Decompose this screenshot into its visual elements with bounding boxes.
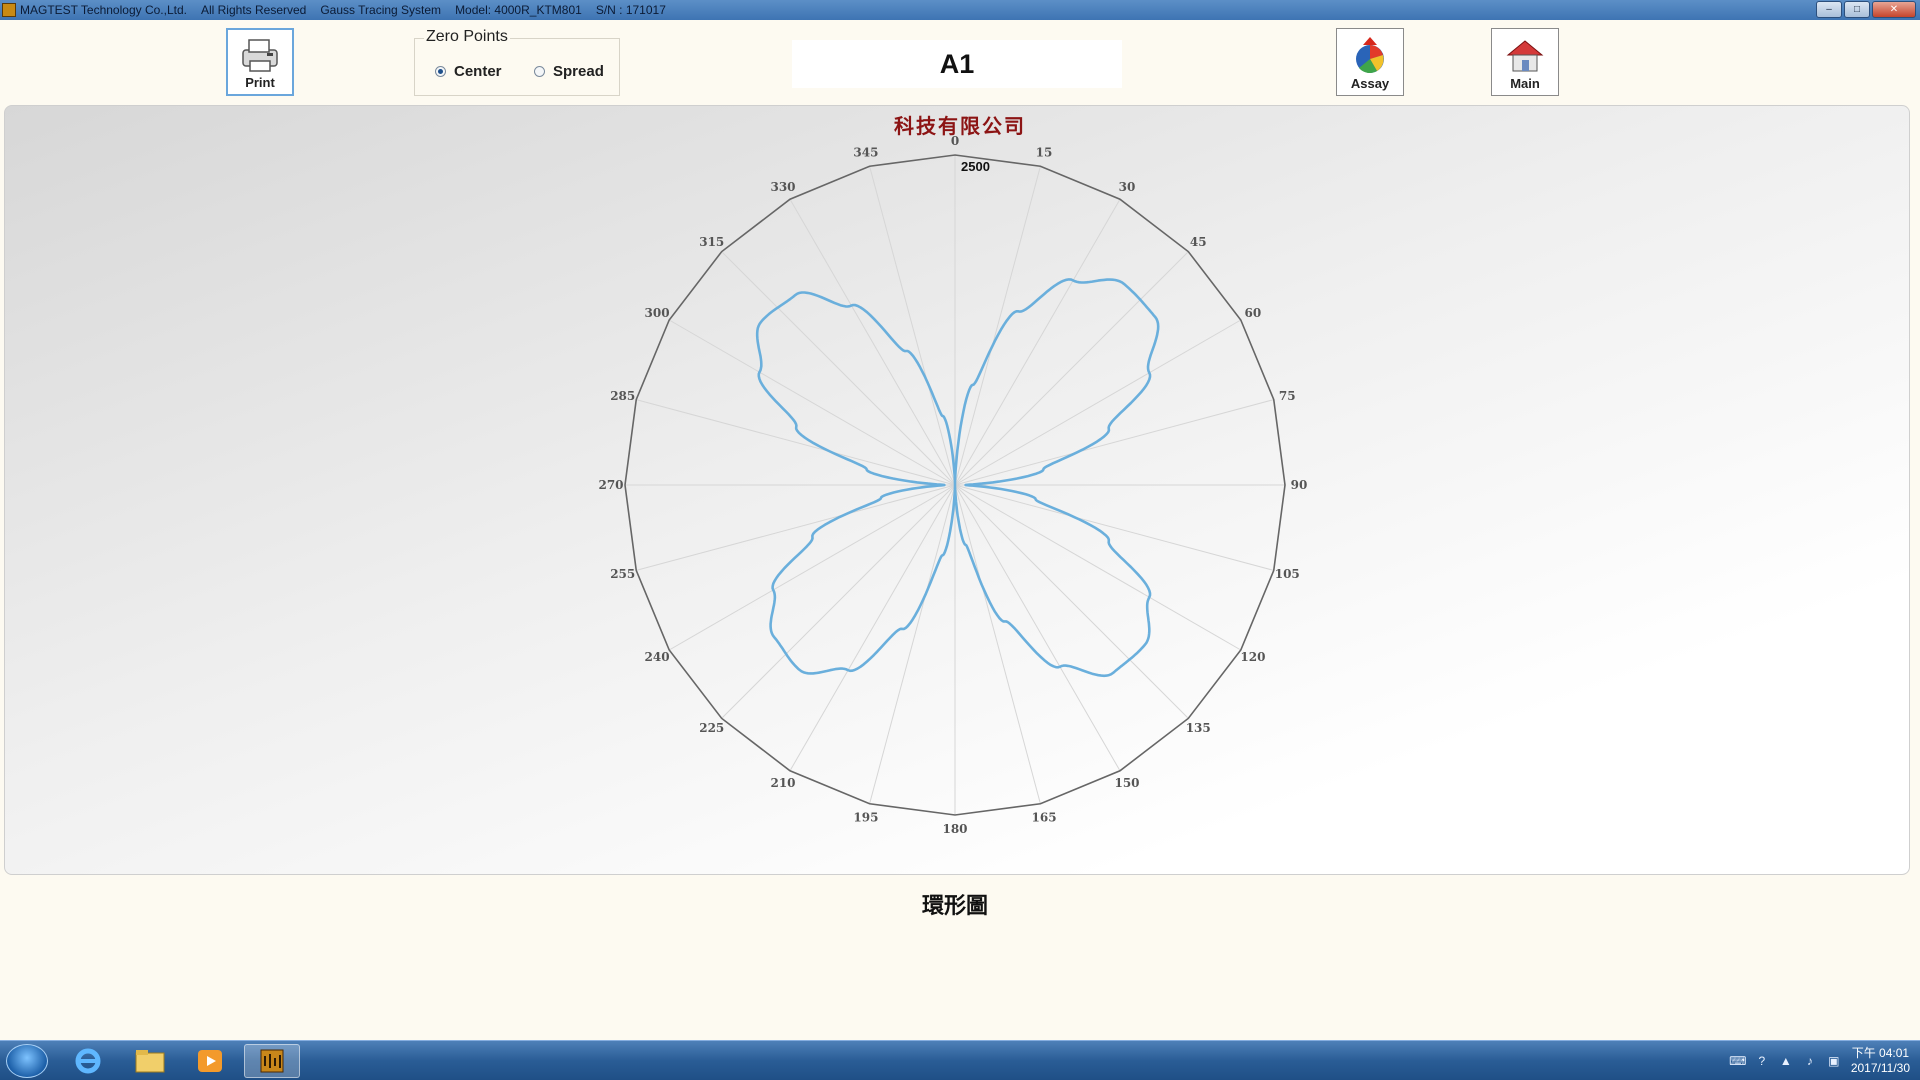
gauss-app-taskbar-icon[interactable] [244,1044,300,1078]
angle-tick-label: 15 [1036,146,1053,160]
spoke-line [789,484,956,772]
system-tray: ⌨ ? ▲ ♪ ▣ 下午 04:01 2017/11/30 [1729,1045,1910,1077]
angle-tick-label: 150 [1114,776,1139,790]
gauss-series-line [755,278,1160,678]
angle-tick-label: 180 [942,822,967,836]
angle-tick-label: 210 [770,776,795,790]
taskbar: ⌨ ? ▲ ♪ ▣ 下午 04:01 2017/11/30 [0,1040,1920,1080]
angle-tick-label: 315 [699,235,724,249]
spoke-line [869,166,956,486]
spoke-line [668,319,956,486]
angle-tick-label: 330 [770,180,795,194]
spoke-line [954,166,1041,486]
angle-tick-label: 0 [951,134,959,148]
chart-caption: 環形圖 [921,893,988,919]
help-icon[interactable]: ? [1755,1054,1769,1068]
spoke-line [954,251,1189,486]
spoke-line [789,198,956,486]
spoke-line [954,484,1242,651]
angle-tick-label: 45 [1190,235,1207,249]
angle-tick-label: 270 [598,478,623,492]
clock-date: 2017/11/30 [1850,1061,1910,1075]
angle-tick-label: 75 [1279,389,1296,403]
clock[interactable]: 下午 04:01 2017/11/30 [1851,1046,1910,1076]
spoke-line [636,399,956,486]
spoke-line [954,399,1274,486]
angle-tick-label: 165 [1032,810,1057,824]
show-hidden-icon[interactable]: ▲ [1779,1054,1793,1068]
angle-tick-label: 60 [1245,306,1262,320]
angle-tick-label: 90 [1291,478,1308,492]
spoke-line [721,484,956,719]
angle-tick-label: 135 [1186,721,1211,735]
angle-tick-label: 255 [610,567,635,581]
angle-tick-label: 120 [1240,650,1265,664]
clock-time: 下午 04:01 [1851,1046,1910,1060]
angle-tick-label: 240 [645,650,670,664]
start-button[interactable] [6,1044,48,1078]
keyboard-icon[interactable]: ⌨ [1729,1054,1746,1068]
radial-max-label: 2500 [961,159,990,174]
angle-tick-label: 195 [853,810,878,824]
angle-tick-label: 285 [610,389,635,403]
internet-explorer-icon[interactable] [60,1044,116,1078]
spoke-line [954,484,1274,571]
media-player-icon[interactable] [182,1044,238,1078]
angle-tick-label: 30 [1119,180,1136,194]
volume-icon[interactable]: ♪ [1803,1054,1817,1068]
angle-tick-label: 105 [1275,567,1300,581]
angle-tick-label: 345 [853,146,878,160]
file-explorer-icon[interactable] [122,1044,178,1078]
angle-tick-label: 300 [645,306,670,320]
spoke-line [954,319,1242,486]
network-icon[interactable]: ▣ [1827,1054,1841,1068]
spoke-line [668,484,956,651]
angle-tick-label: 225 [699,721,724,735]
